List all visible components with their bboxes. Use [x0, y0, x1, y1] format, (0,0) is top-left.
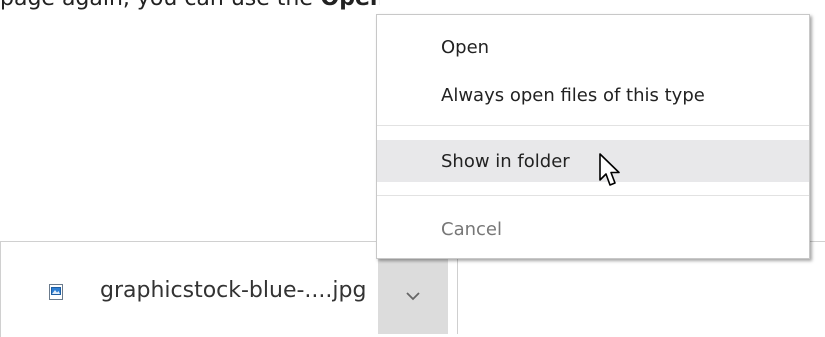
menu-item-always-open[interactable]: Always open files of this type: [377, 76, 809, 114]
shelf-left-border: [0, 241, 1, 337]
image-file-icon: [48, 284, 64, 300]
download-menu-button[interactable]: [378, 256, 448, 334]
menu-item-show-in-folder[interactable]: Show in folder: [377, 140, 809, 182]
menu-item-cancel[interactable]: Cancel: [377, 210, 809, 248]
background-text-bold: Open: [313, 0, 380, 11]
background-text-normal: page again, you can use the: [0, 0, 313, 11]
download-item-divider: [457, 258, 458, 334]
menu-item-open[interactable]: Open: [377, 28, 809, 66]
page: page again, you can use the Open graphic…: [0, 0, 825, 337]
background-page-text: page again, you can use the Open: [0, 0, 380, 11]
menu-separator: [377, 125, 809, 126]
download-file-name[interactable]: graphicstock-blue-....jpg: [100, 278, 366, 303]
mouse-cursor-icon: [598, 152, 624, 190]
download-context-menu: Open Always open files of this type Show…: [376, 14, 810, 259]
menu-separator: [377, 195, 809, 196]
chevron-down-icon: [405, 286, 421, 305]
